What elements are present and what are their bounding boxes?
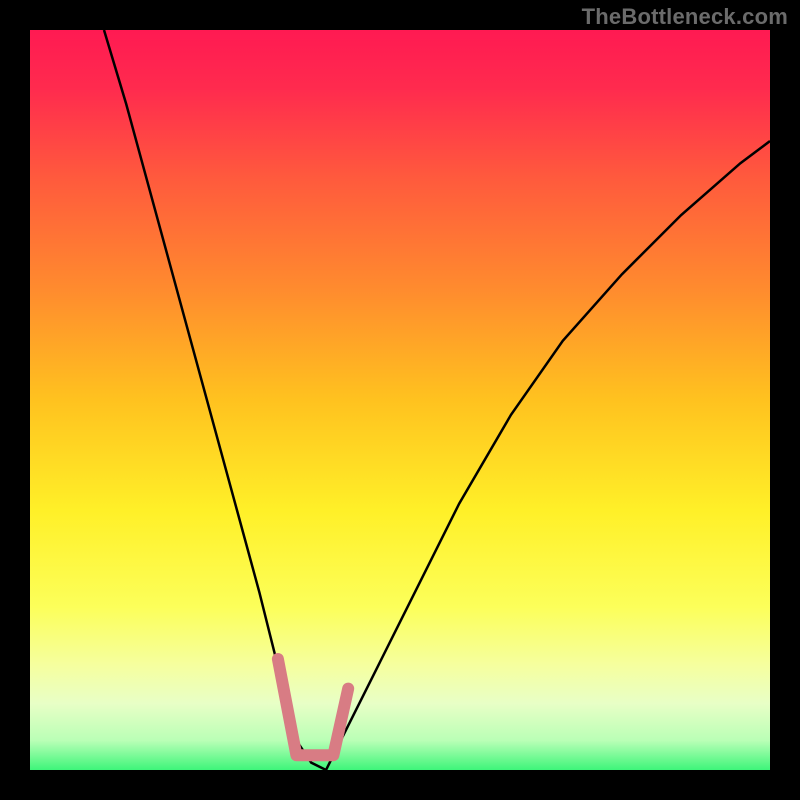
watermark-text: TheBottleneck.com <box>582 4 788 30</box>
chart-frame: TheBottleneck.com <box>0 0 800 800</box>
plot-background <box>30 30 770 770</box>
chart-svg <box>0 0 800 800</box>
